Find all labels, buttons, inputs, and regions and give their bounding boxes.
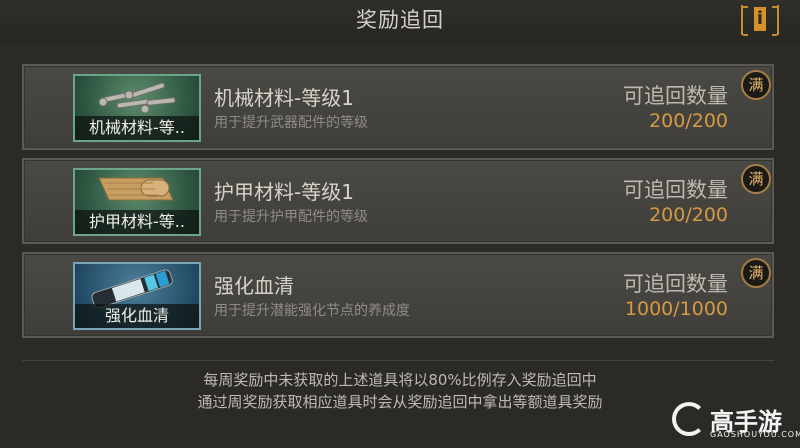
info-button[interactable]: i [741, 5, 779, 36]
item-name: 机械材料-等级1 [214, 86, 354, 110]
watermark-logo: 高手游 GAOSHOUYOU.COM [672, 402, 800, 442]
full-badge: 满 [741, 258, 771, 288]
reward-item-card[interactable]: 强化血清 强化血清 用于提升潜能强化节点的养成度 可追回数量 1000/1000… [22, 252, 774, 338]
quantity-label: 可追回数量 [623, 272, 728, 296]
item-thumbnail: 护甲材料-等.. [73, 168, 201, 236]
quantity-value: 1000/1000 [624, 298, 728, 320]
quantity-label: 可追回数量 [623, 178, 728, 202]
item-thumbnail-label: 护甲材料-等.. [75, 210, 199, 234]
quantity-label: 可追回数量 [623, 84, 728, 108]
notice-divider [22, 360, 774, 361]
bolts-icon [98, 82, 176, 114]
item-thumbnail: 机械材料-等.. [73, 74, 201, 142]
page-title: 奖励追回 [356, 8, 444, 32]
reward-item-card[interactable]: 护甲材料-等.. 护甲材料-等级1 用于提升护甲配件的等级 可追回数量 200/… [22, 158, 774, 244]
item-description: 用于提升护甲配件的等级 [214, 209, 368, 225]
item-thumbnail: 强化血清 [73, 262, 201, 330]
logo-icon [672, 402, 706, 436]
item-description: 用于提升潜能强化节点的养成度 [214, 303, 410, 319]
full-badge: 满 [741, 70, 771, 100]
item-name: 护甲材料-等级1 [214, 180, 354, 204]
quantity-value: 200/200 [649, 110, 728, 132]
item-name: 强化血清 [214, 274, 294, 298]
notice-line-1: 每周奖励中未获取的上述道具将以80%比例存入奖励追回中 [203, 371, 597, 389]
watermark-domain: GAOSHOUYOU.COM [710, 430, 800, 439]
quantity-value: 200/200 [649, 204, 728, 226]
reward-item-card[interactable]: 机械材料-等.. 机械材料-等级1 用于提升武器配件的等级 可追回数量 200/… [22, 64, 774, 150]
serum-vial-icon [91, 269, 173, 308]
full-badge: 满 [741, 164, 771, 194]
cloth-roll-icon [98, 177, 174, 201]
info-icon: i [754, 7, 766, 31]
item-thumbnail-label: 强化血清 [75, 304, 199, 328]
item-description: 用于提升武器配件的等级 [214, 115, 368, 131]
item-thumbnail-label: 机械材料-等.. [75, 116, 199, 140]
